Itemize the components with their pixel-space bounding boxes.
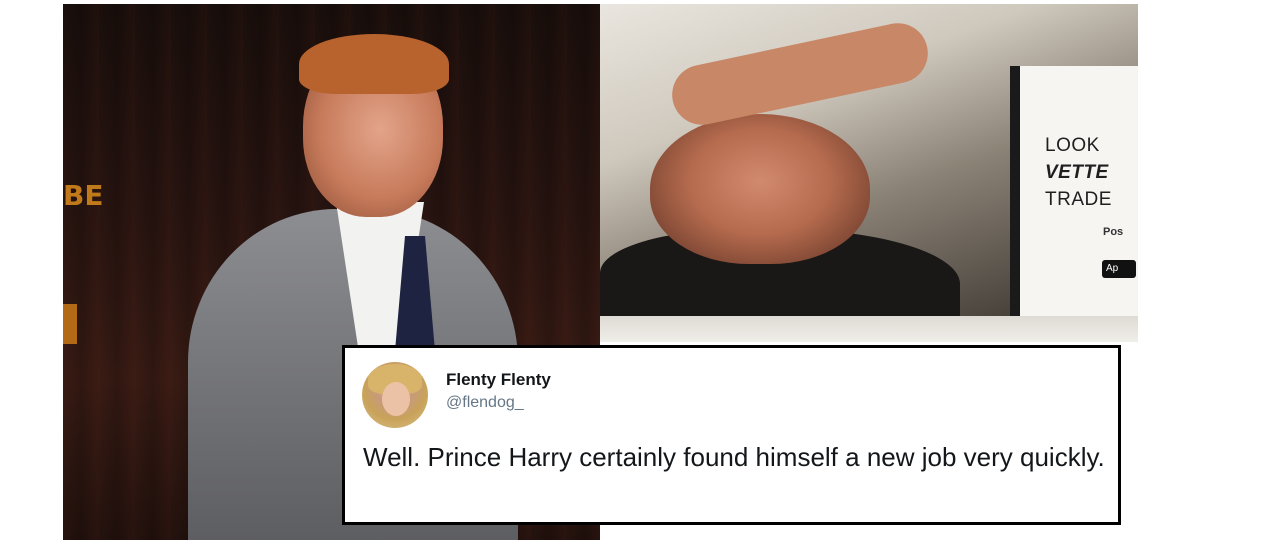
tweet-handle[interactable]: @flendog_	[446, 394, 524, 412]
background-sign: BE	[63, 179, 103, 299]
board-text: LOOK VETTE TRADE	[1045, 132, 1112, 213]
hair	[299, 34, 449, 94]
board-small-text: Pos	[1103, 226, 1124, 238]
tweet-card[interactable]: Flenty Flenty @flendog_ Well. Prince Har…	[342, 345, 1121, 525]
app-store-badge: Ap	[1102, 260, 1136, 278]
background-sign-bar	[63, 304, 77, 344]
worker-head	[650, 114, 870, 264]
tweet-text: Well. Prince Harry certainly found himse…	[363, 442, 1105, 472]
avatar-face	[382, 382, 410, 416]
avatar[interactable]	[362, 362, 428, 428]
board-line-3: TRADE	[1045, 189, 1112, 210]
board-line-2: VETTE	[1045, 162, 1109, 183]
board-bottom-strip	[600, 316, 1138, 342]
right-photo: LOOK VETTE TRADE Pos Ap	[600, 4, 1138, 342]
worker-arm	[666, 17, 934, 131]
board-line-1: LOOK	[1045, 135, 1100, 156]
tweet-display-name[interactable]: Flenty Flenty	[446, 370, 551, 390]
